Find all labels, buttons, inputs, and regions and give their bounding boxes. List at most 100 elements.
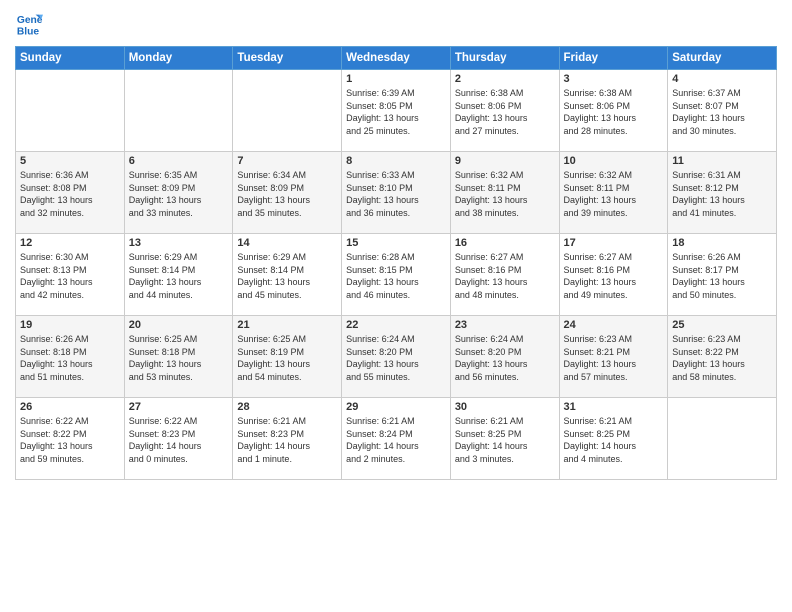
calendar-cell: 15 Sunrise: 6:28 AM Sunset: 8:15 PM Dayli… (342, 234, 451, 316)
day-number: 15 (346, 237, 446, 249)
day-info: Sunrise: 6:32 AM Sunset: 8:11 PM Dayligh… (564, 169, 664, 219)
day-info: Sunrise: 6:23 AM Sunset: 8:21 PM Dayligh… (564, 333, 664, 383)
calendar-cell: 8 Sunrise: 6:33 AM Sunset: 8:10 PM Daylig… (342, 152, 451, 234)
week-row-2: 5 Sunrise: 6:36 AM Sunset: 8:08 PM Daylig… (16, 152, 777, 234)
day-number: 4 (672, 73, 772, 85)
day-info: Sunrise: 6:23 AM Sunset: 8:22 PM Dayligh… (672, 333, 772, 383)
calendar-cell: 22Sunrise: 6:24 AM Sunset: 8:20 PM Dayli… (342, 316, 451, 398)
day-number: 29 (346, 401, 446, 413)
calendar-cell: 19 Sunrise: 6:26 AM Sunset: 8:18 PM Dayli… (16, 316, 125, 398)
day-number: 9 (455, 155, 555, 167)
day-info: Sunrise: 6:26 AM Sunset: 8:18 PM Dayligh… (20, 333, 120, 383)
day-number: 2 (455, 73, 555, 85)
calendar-cell: 26 Sunrise: 6:22 AM Sunset: 8:22 PM Dayli… (16, 398, 125, 480)
day-info: Sunrise: 6:21 AM Sunset: 8:23 PM Dayligh… (237, 415, 337, 465)
day-info: Sunrise: 6:37 AM Sunset: 8:07 PM Dayligh… (672, 87, 772, 137)
day-info: Sunrise: 6:32 AM Sunset: 8:11 PM Dayligh… (455, 169, 555, 219)
week-row-3: 12 Sunrise: 6:30 AM Sunset: 8:13 PM Dayli… (16, 234, 777, 316)
day-number: 1 (346, 73, 446, 85)
day-number: 21 (237, 319, 337, 331)
calendar-cell: 3 Sunrise: 6:38 AM Sunset: 8:06 PM Daylig… (559, 70, 668, 152)
day-info: Sunrise: 6:24 AM Sunset: 8:20 PM Dayligh… (455, 333, 555, 383)
day-number: 31 (564, 401, 664, 413)
weekday-friday: Friday (559, 47, 668, 70)
day-number: 10 (564, 155, 664, 167)
day-info: Sunrise: 6:27 AM Sunset: 8:16 PM Dayligh… (455, 251, 555, 301)
calendar-cell: 6 Sunrise: 6:35 AM Sunset: 8:09 PM Daylig… (124, 152, 233, 234)
calendar-cell: 25 Sunrise: 6:23 AM Sunset: 8:22 PM Dayli… (668, 316, 777, 398)
day-info: Sunrise: 6:33 AM Sunset: 8:10 PM Dayligh… (346, 169, 446, 219)
week-row-1: 1 Sunrise: 6:39 AM Sunset: 8:05 PM Daylig… (16, 70, 777, 152)
day-info: Sunrise: 6:30 AM Sunset: 8:13 PM Dayligh… (20, 251, 120, 301)
day-info: Sunrise: 6:25 AM Sunset: 8:19 PM Dayligh… (237, 333, 337, 383)
calendar-cell (668, 398, 777, 480)
day-number: 18 (672, 237, 772, 249)
calendar-cell (233, 70, 342, 152)
calendar-cell: 11 Sunrise: 6:31 AM Sunset: 8:12 PM Dayli… (668, 152, 777, 234)
week-row-5: 26 Sunrise: 6:22 AM Sunset: 8:22 PM Dayli… (16, 398, 777, 480)
day-info: Sunrise: 6:21 AM Sunset: 8:25 PM Dayligh… (564, 415, 664, 465)
day-info: Sunrise: 6:38 AM Sunset: 8:06 PM Dayligh… (455, 87, 555, 137)
day-number: 5 (20, 155, 120, 167)
day-number: 20 (129, 319, 229, 331)
day-number: 13 (129, 237, 229, 249)
day-info: Sunrise: 6:22 AM Sunset: 8:22 PM Dayligh… (20, 415, 120, 465)
day-number: 24 (564, 319, 664, 331)
calendar-cell: 28 Sunrise: 6:21 AM Sunset: 8:23 PM Dayli… (233, 398, 342, 480)
day-info: Sunrise: 6:28 AM Sunset: 8:15 PM Dayligh… (346, 251, 446, 301)
header: General Blue (15, 10, 777, 38)
day-info: Sunrise: 6:34 AM Sunset: 8:09 PM Dayligh… (237, 169, 337, 219)
calendar-cell: 7 Sunrise: 6:34 AM Sunset: 8:09 PM Daylig… (233, 152, 342, 234)
day-info: Sunrise: 6:22 AM Sunset: 8:23 PM Dayligh… (129, 415, 229, 465)
day-info: Sunrise: 6:36 AM Sunset: 8:08 PM Dayligh… (20, 169, 120, 219)
day-number: 11 (672, 155, 772, 167)
calendar-cell: 5 Sunrise: 6:36 AM Sunset: 8:08 PM Daylig… (16, 152, 125, 234)
day-number: 23 (455, 319, 555, 331)
day-info: Sunrise: 6:29 AM Sunset: 8:14 PM Dayligh… (129, 251, 229, 301)
day-info: Sunrise: 6:27 AM Sunset: 8:16 PM Dayligh… (564, 251, 664, 301)
calendar-cell (124, 70, 233, 152)
day-info: Sunrise: 6:38 AM Sunset: 8:06 PM Dayligh… (564, 87, 664, 137)
logo-icon: General Blue (15, 10, 43, 38)
day-number: 22 (346, 319, 446, 331)
day-info: Sunrise: 6:39 AM Sunset: 8:05 PM Dayligh… (346, 87, 446, 137)
day-info: Sunrise: 6:26 AM Sunset: 8:17 PM Dayligh… (672, 251, 772, 301)
day-number: 3 (564, 73, 664, 85)
calendar-cell: 23 Sunrise: 6:24 AM Sunset: 8:20 PM Dayli… (450, 316, 559, 398)
day-number: 17 (564, 237, 664, 249)
day-number: 14 (237, 237, 337, 249)
weekday-wednesday: Wednesday (342, 47, 451, 70)
calendar-cell: 4 Sunrise: 6:37 AM Sunset: 8:07 PM Daylig… (668, 70, 777, 152)
calendar-cell: 16Sunrise: 6:27 AM Sunset: 8:16 PM Dayli… (450, 234, 559, 316)
day-info: Sunrise: 6:21 AM Sunset: 8:25 PM Dayligh… (455, 415, 555, 465)
day-number: 25 (672, 319, 772, 331)
weekday-monday: Monday (124, 47, 233, 70)
weekday-thursday: Thursday (450, 47, 559, 70)
calendar-table: SundayMondayTuesdayWednesdayThursdayFrid… (15, 46, 777, 480)
weekday-sunday: Sunday (16, 47, 125, 70)
day-number: 26 (20, 401, 120, 413)
calendar-cell: 13 Sunrise: 6:29 AM Sunset: 8:14 PM Dayli… (124, 234, 233, 316)
page: General Blue SundayMondayTuesdayWednesda… (0, 0, 792, 612)
day-info: Sunrise: 6:35 AM Sunset: 8:09 PM Dayligh… (129, 169, 229, 219)
day-number: 8 (346, 155, 446, 167)
day-number: 7 (237, 155, 337, 167)
week-row-4: 19 Sunrise: 6:26 AM Sunset: 8:18 PM Dayli… (16, 316, 777, 398)
day-number: 12 (20, 237, 120, 249)
calendar-cell: 9 Sunrise: 6:32 AM Sunset: 8:11 PM Daylig… (450, 152, 559, 234)
day-info: Sunrise: 6:25 AM Sunset: 8:18 PM Dayligh… (129, 333, 229, 383)
calendar-cell: 31 Sunrise: 6:21 AM Sunset: 8:25 PM Dayli… (559, 398, 668, 480)
calendar-cell: 12 Sunrise: 6:30 AM Sunset: 8:13 PM Dayli… (16, 234, 125, 316)
day-number: 19 (20, 319, 120, 331)
day-info: Sunrise: 6:31 AM Sunset: 8:12 PM Dayligh… (672, 169, 772, 219)
calendar-cell (16, 70, 125, 152)
day-number: 6 (129, 155, 229, 167)
svg-text:Blue: Blue (17, 26, 40, 37)
day-info: Sunrise: 6:21 AM Sunset: 8:24 PM Dayligh… (346, 415, 446, 465)
weekday-tuesday: Tuesday (233, 47, 342, 70)
calendar-cell: 21 Sunrise: 6:25 AM Sunset: 8:19 PM Dayli… (233, 316, 342, 398)
calendar-cell: 2 Sunrise: 6:38 AM Sunset: 8:06 PM Daylig… (450, 70, 559, 152)
calendar-cell: 1 Sunrise: 6:39 AM Sunset: 8:05 PM Daylig… (342, 70, 451, 152)
weekday-saturday: Saturday (668, 47, 777, 70)
day-number: 28 (237, 401, 337, 413)
